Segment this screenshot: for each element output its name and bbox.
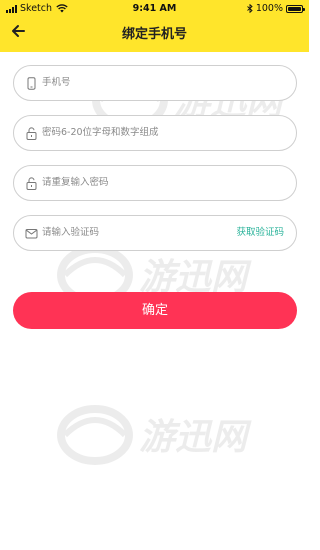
- phone-icon: [27, 77, 36, 90]
- mail-icon: [25, 229, 38, 239]
- battery-percent: 100%: [255, 3, 283, 14]
- password-field[interactable]: 密码6-20位字母和数字组成: [13, 115, 297, 151]
- phone-field[interactable]: 手机号: [13, 65, 297, 101]
- verification-code-field[interactable]: 请输入验证码 获取验证码: [13, 215, 297, 251]
- page-title: 绑定手机号: [121, 27, 187, 42]
- password-placeholder: 密码6-20位字母和数字组成: [42, 127, 159, 138]
- confirm-button[interactable]: 确定: [13, 292, 297, 329]
- battery-fill: [288, 6, 301, 11]
- battery-icon: [286, 4, 305, 13]
- code-placeholder: 请输入验证码: [42, 227, 100, 238]
- bluetooth-icon: [247, 4, 253, 13]
- phone-placeholder: 手机号: [42, 77, 71, 88]
- confirm-password-field[interactable]: 请重复输入密码: [13, 165, 297, 201]
- lock-icon: [26, 127, 37, 140]
- watermark-logo-icon: 游迅网: [57, 405, 252, 465]
- get-code-button[interactable]: 获取验证码: [236, 216, 284, 250]
- watermark-text: 游迅网: [139, 417, 252, 458]
- confirm-password-placeholder: 请重复输入密码: [42, 177, 109, 188]
- status-bar: Sketch 9:41 AM 100%: [0, 0, 309, 16]
- status-right: 100%: [247, 3, 305, 14]
- lock-icon: [26, 177, 37, 190]
